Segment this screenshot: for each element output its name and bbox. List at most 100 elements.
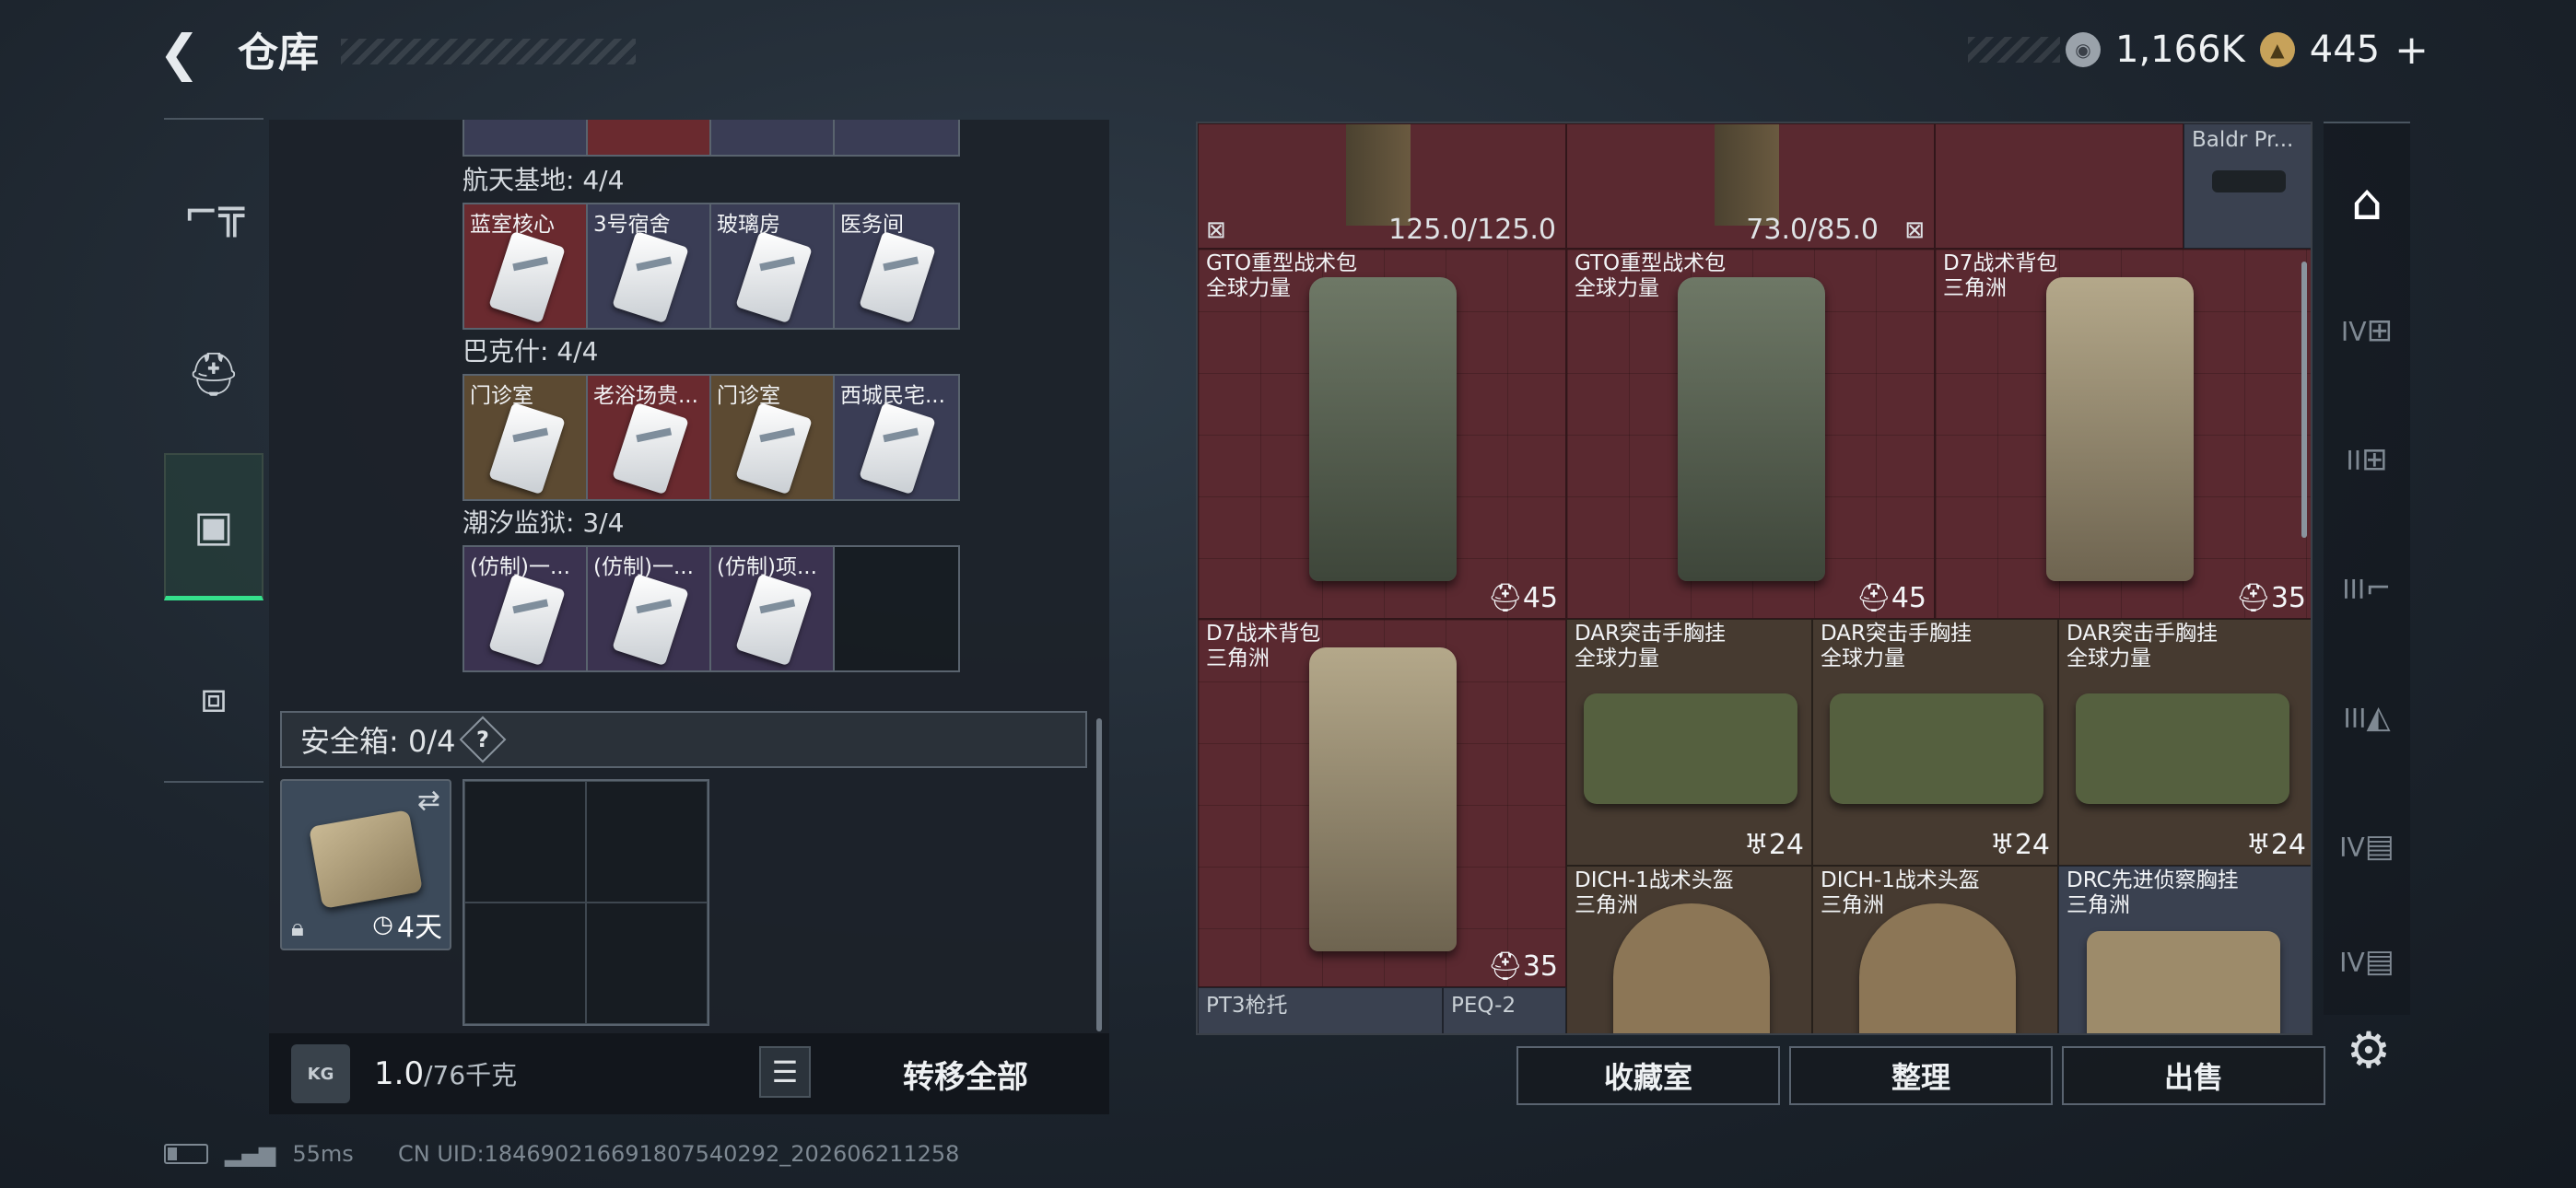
lock-icon: 🔒︎ (291, 914, 304, 942)
storage-tab[interactable]: IV▤ (2324, 786, 2410, 906)
sell-button[interactable]: 出售 (2062, 1046, 2325, 1105)
safe-box-icon (309, 809, 423, 909)
left-scrollbar[interactable] (1096, 718, 1102, 1031)
weight-kg-icon: KG (291, 1044, 350, 1103)
broken-durability-icon: ⊠ (1904, 216, 1925, 244)
weight-bar: KG 1.0/76千克 ☰ 转移全部 (269, 1033, 1109, 1114)
safe-box-header: 安全箱: 0/4 ? (280, 711, 1087, 768)
storage-tab[interactable]: III⌐ (2324, 529, 2410, 648)
safe-box-label: 安全箱: 0/4 (300, 724, 456, 759)
capacity-icon: ⛑ (1487, 582, 1523, 614)
header-stripe-decoration (341, 39, 636, 64)
settings-gear-icon[interactable]: ⚙ (2340, 1022, 2397, 1079)
recon-rig-icon (2087, 931, 2280, 1033)
equipment-tab[interactable]: ⛑ (164, 300, 263, 448)
inventory-item[interactable]: ⊠ 125.0/125.0 (1198, 123, 1566, 249)
broken-durability-icon: ⊠ (1206, 216, 1226, 244)
camo-item-icon (1346, 124, 1411, 226)
inventory-item[interactable]: D7战术背包 三角洲 ⛑35 (1198, 619, 1566, 987)
key-slot[interactable]: 门诊室 (711, 376, 835, 499)
camo-item-icon (1715, 124, 1779, 226)
key-slot[interactable]: 老浴场贵... (588, 376, 711, 499)
backpack-icon: ⛑ (186, 348, 241, 399)
keycard-icon (488, 573, 566, 667)
inventory-scrollbar[interactable] (2301, 262, 2307, 538)
capacity-icon: ⛑ (1856, 582, 1891, 614)
gold-triangle-coin-icon: ▲ (2259, 32, 2295, 67)
key-slot[interactable]: (仿制)一... (588, 547, 711, 670)
group-title: 航天基地: 4/4 (463, 165, 625, 195)
back-arrow-icon[interactable]: ❮ (158, 28, 210, 79)
timer-badge: ◷ 4天 (372, 911, 442, 944)
scope-icon (2212, 170, 2286, 192)
collection-button[interactable]: 收藏室 (1516, 1046, 1780, 1105)
list-icon: ☰ (771, 1054, 799, 1089)
inventory-item[interactable]: 73.0/85.0 ⊠ (1566, 123, 1935, 249)
warehouse-icon: ⌂ (2350, 172, 2383, 231)
add-storage-icon: II⊞ (2346, 441, 2388, 478)
capacity-icon: ⛑ (1487, 950, 1523, 983)
inventory-item[interactable]: PEQ-2 (1443, 987, 1566, 1033)
key-slot[interactable]: 玻璃房 (711, 204, 835, 328)
empty-key-slot[interactable] (835, 547, 958, 670)
key-slot[interactable]: 蓝室核心 (464, 204, 588, 328)
inventory-item[interactable]: DICH-1战术头盔 三角洲 (1812, 866, 2058, 1033)
weapons-tab[interactable]: ⌐╦ (164, 138, 263, 285)
storage-tab[interactable]: II⊞ (2324, 400, 2410, 519)
storage-tab[interactable]: IV▤ (2324, 915, 2410, 1007)
weight-readout: 1.0/76千克 (374, 1055, 518, 1092)
gun-rack-icon: III⌐ (2342, 570, 2392, 607)
chest-rig-icon (1830, 693, 2043, 804)
keycard-icon (859, 402, 936, 495)
status-bar: ▂▄▆ 55ms (164, 1138, 354, 1170)
inventory-item[interactable] (1935, 123, 2184, 249)
inventory-grid: ⊠ 125.0/125.0 73.0/85.0 ⊠ Baldr Pr... GT… (1196, 122, 2313, 1035)
cropped-key-row (463, 120, 960, 157)
group-title: 潮汐监狱: 3/4 (463, 507, 625, 538)
cabinet-icon: III◭ (2343, 699, 2391, 736)
sort-button[interactable]: 整理 (1789, 1046, 2053, 1105)
inventory-item[interactable]: DAR突击手胸挂 全球力量 ♅24 (2058, 619, 2311, 866)
clipboard-icon: ▣ (193, 500, 234, 551)
inventory-item[interactable]: GTO重型战术包 全球力量 ⛑45 (1198, 249, 1566, 619)
inventory-item[interactable]: PT3枪托 (1198, 987, 1443, 1033)
inventory-item[interactable]: DAR突击手胸挂 全球力量 ♅24 (1566, 619, 1812, 866)
chest-rig-icon (1584, 693, 1797, 804)
swap-icon[interactable]: ⇄ (417, 785, 440, 817)
keycard-icon (612, 402, 689, 495)
inventory-item[interactable]: DRC先进侦察胸挂 三角洲 (2058, 866, 2311, 1033)
warehouse-tab[interactable]: ⌂ (2324, 142, 2410, 262)
key-slot[interactable]: (仿制)一... (464, 547, 588, 670)
tools-tab[interactable]: ⧈ (164, 624, 263, 772)
keycard-icon (735, 402, 813, 495)
silver-balance: 1,166K (2115, 29, 2245, 71)
help-icon[interactable]: ? (460, 716, 507, 763)
key-slot[interactable]: 3号宿舍 (588, 204, 711, 328)
storage-tab[interactable]: IV⊞ (2324, 271, 2410, 390)
shelf-icon: IV▤ (2339, 828, 2395, 865)
inventory-item[interactable]: DAR突击手胸挂 全球力量 ♅24 (1812, 619, 2058, 866)
inventory-item[interactable]: Baldr Pr... (2184, 123, 2311, 249)
left-category-nav: ⌐╦ ⛑ ▣ ⧈ (164, 118, 263, 783)
add-currency-button[interactable]: + (2395, 27, 2429, 74)
page-title: 仓库 (238, 29, 319, 76)
key-slot[interactable]: 医务间 (835, 204, 958, 328)
storage-tab[interactable]: III◭ (2324, 658, 2410, 777)
list-view-button[interactable]: ☰ (759, 1046, 811, 1098)
rig-capacity-icon: ♅ (1989, 829, 2015, 861)
key-slot[interactable]: 西城民宅... (835, 376, 958, 499)
safe-box-item[interactable]: ⇄ 🔒︎ ◷ 4天 (280, 779, 451, 950)
user-uid: CN UID:18469021669180​7540292_2026062112… (398, 1141, 960, 1167)
transfer-all-button[interactable]: 转移全部 (822, 1033, 1109, 1114)
inventory-item[interactable]: D7战术背包 三角洲 ⛑35 (1935, 249, 2311, 619)
inventory-item[interactable]: DICH-1战术头盔 三角洲 (1566, 866, 1812, 1033)
backpack-icon (1678, 277, 1825, 581)
keys-tab[interactable]: ▣ (164, 453, 263, 600)
inventory-item[interactable]: GTO重型战术包 全球力量 ⛑45 (1566, 249, 1935, 619)
helmet-icon (1613, 903, 1770, 1033)
rig-capacity-icon: ♅ (1743, 829, 1769, 861)
key-slot[interactable]: (仿制)项... (711, 547, 835, 670)
backpack-icon (1309, 647, 1457, 951)
key-slot[interactable]: 门诊室 (464, 376, 588, 499)
safe-box-grid[interactable] (463, 779, 709, 1026)
